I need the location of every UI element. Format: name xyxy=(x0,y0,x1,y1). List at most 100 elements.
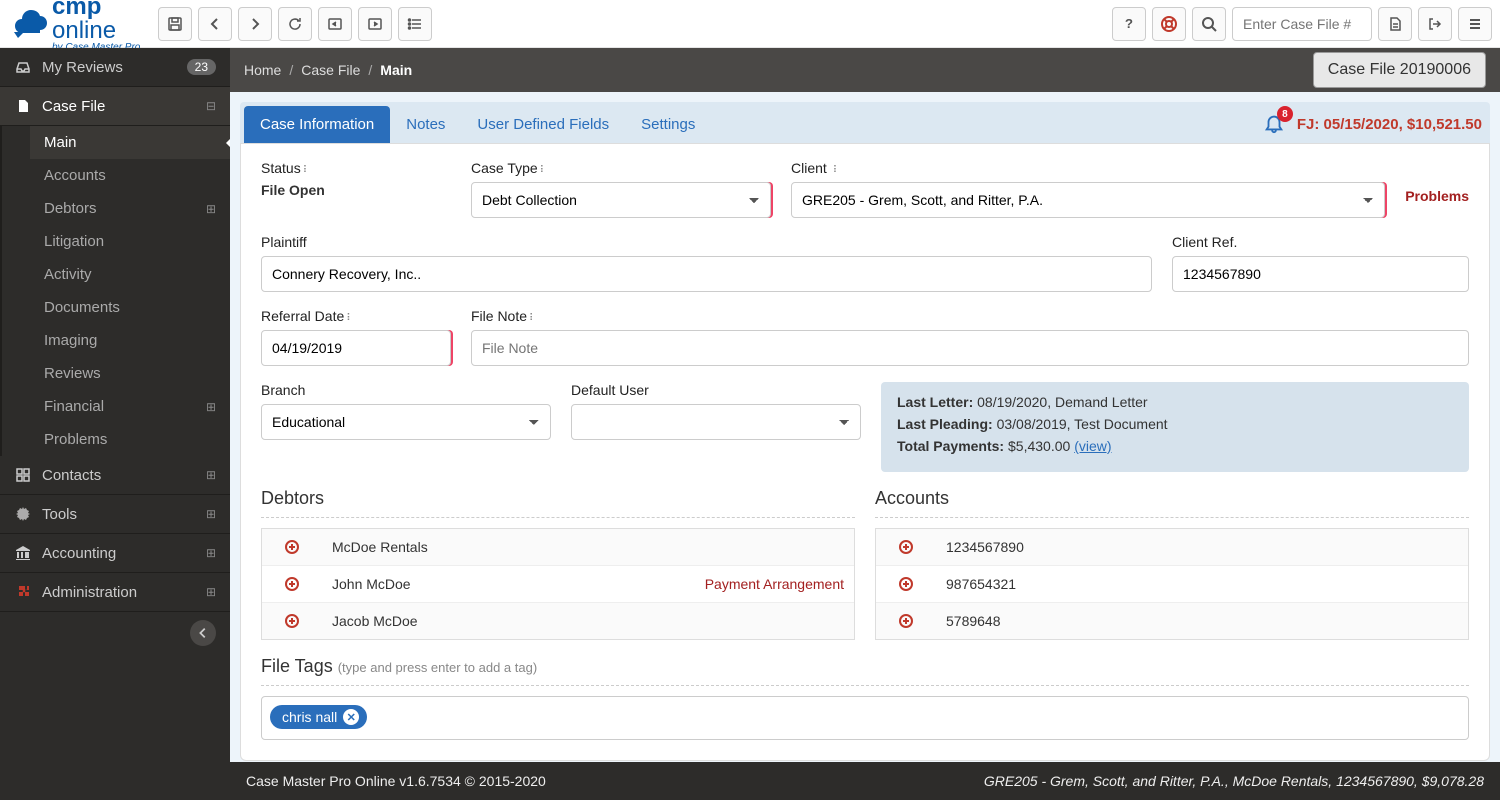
debtors-title: Debtors xyxy=(261,488,855,509)
debtor-row[interactable]: Jacob McDoe xyxy=(262,603,854,639)
filetags-input[interactable]: chris nall✕ xyxy=(261,696,1469,740)
expand-icon: ⊞ xyxy=(206,507,216,521)
expand-icon: ⊞ xyxy=(206,468,216,482)
sidebar-item-administration[interactable]: Administration ⊞ xyxy=(0,573,230,612)
filenote-input[interactable] xyxy=(471,330,1469,366)
filenote-label: File Note⠇ xyxy=(471,308,1469,324)
add-icon[interactable] xyxy=(262,614,322,628)
sidebar-item-tools[interactable]: Tools ⊞ xyxy=(0,495,230,534)
bank-icon xyxy=(14,544,32,562)
account-row[interactable]: 1234567890 xyxy=(876,529,1468,566)
debtor-row[interactable]: John McDoePayment Arrangement xyxy=(262,566,854,603)
sidebar-item-accounting[interactable]: Accounting ⊞ xyxy=(0,534,230,573)
client-select[interactable]: GRE205 - Grem, Scott, and Ritter, P.A. xyxy=(791,182,1385,218)
accounts-title: Accounts xyxy=(875,488,1469,509)
summary-box: Last Letter: 08/19/2020, Demand Letter L… xyxy=(881,382,1469,472)
footer: Case Master Pro Online v1.6.7534 © 2015-… xyxy=(230,762,1500,800)
breadcrumb-home[interactable]: Home xyxy=(244,62,281,78)
account-row[interactable]: 5789648 xyxy=(876,603,1468,639)
defaultuser-select[interactable] xyxy=(571,404,861,440)
footer-version: Case Master Pro Online v1.6.7534 © 2015-… xyxy=(246,773,546,789)
new-doc-button[interactable] xyxy=(1378,7,1412,41)
sidebar-sub-imaging[interactable]: Imaging xyxy=(30,324,230,357)
search-button[interactable] xyxy=(1192,7,1226,41)
expand-icon: ⊞ xyxy=(206,546,216,560)
sidebar-collapse-button[interactable] xyxy=(190,620,216,646)
tab-case-info[interactable]: Case Information xyxy=(244,106,390,143)
tag-pill[interactable]: chris nall✕ xyxy=(270,705,367,729)
case-search-input[interactable] xyxy=(1232,7,1372,41)
tab-notes[interactable]: Notes xyxy=(390,106,461,143)
refdate-input[interactable] xyxy=(261,330,451,366)
logout-button[interactable] xyxy=(1418,7,1452,41)
branch-select[interactable]: Educational xyxy=(261,404,551,440)
panel-right-button[interactable] xyxy=(358,7,392,41)
plaintiff-label: Plaintiff xyxy=(261,234,1152,250)
sidebar-sub-litigation[interactable]: Litigation xyxy=(30,225,230,258)
logo-text: cmponline xyxy=(52,0,140,43)
sidebar-sub-activity[interactable]: Activity xyxy=(30,258,230,291)
notification-count: 8 xyxy=(1277,106,1293,122)
sidebar-sub-main[interactable]: Main xyxy=(30,126,230,159)
list-button[interactable] xyxy=(398,7,432,41)
logo[interactable]: cmponline by Case Master Pro xyxy=(8,0,152,53)
add-icon[interactable] xyxy=(262,540,322,554)
sidebar: My Reviews 23 Case File ⊟ MainAccountsDe… xyxy=(0,48,230,800)
filetags-title: File Tags (type and press enter to add a… xyxy=(261,656,1469,677)
breadcrumb-current: Main xyxy=(380,62,412,78)
branch-label: Branch xyxy=(261,382,551,398)
add-icon[interactable] xyxy=(876,614,936,628)
grid-icon xyxy=(14,466,32,484)
problems-link[interactable]: Problems xyxy=(1405,160,1469,218)
refresh-button[interactable] xyxy=(278,7,312,41)
sidebar-sub-reviews[interactable]: Reviews xyxy=(30,357,230,390)
add-icon[interactable] xyxy=(262,577,322,591)
status-label: Status⠇ xyxy=(261,160,451,176)
case-type-label: Case Type⠇ xyxy=(471,160,771,176)
inbox-icon xyxy=(14,58,32,76)
fj-summary: FJ: 05/15/2020, $10,521.50 xyxy=(1297,116,1482,133)
forward-button[interactable] xyxy=(238,7,272,41)
plaintiff-input[interactable] xyxy=(261,256,1152,292)
breadcrumb-casefile[interactable]: Case File xyxy=(301,62,360,78)
tab-udf[interactable]: User Defined Fields xyxy=(461,106,625,143)
case-panel: Status⠇ File Open Case Type⠇ Debt Collec… xyxy=(240,143,1490,761)
help-button[interactable]: ? xyxy=(1112,7,1146,41)
refdate-label: Referral Date⠇ xyxy=(261,308,451,324)
sidebar-sub-financial[interactable]: Financial⊞ xyxy=(30,390,230,423)
client-label[interactable]: Client ⠇ xyxy=(791,160,1385,176)
expand-icon: ⊞ xyxy=(206,202,216,216)
sidebar-sub-documents[interactable]: Documents xyxy=(30,291,230,324)
file-icon xyxy=(14,97,32,115)
tab-settings[interactable]: Settings xyxy=(625,106,711,143)
debtor-row[interactable]: McDoe Rentals xyxy=(262,529,854,566)
notifications-button[interactable]: 8 xyxy=(1263,112,1285,137)
clientref-label: Client Ref. xyxy=(1172,234,1469,250)
status-value: File Open xyxy=(261,182,451,198)
account-row[interactable]: 987654321 xyxy=(876,566,1468,603)
sidebar-item-contacts[interactable]: Contacts ⊞ xyxy=(0,456,230,495)
view-payments-link[interactable]: (view) xyxy=(1074,438,1111,454)
sidebar-sub-accounts[interactable]: Accounts xyxy=(30,159,230,192)
case-file-button[interactable]: Case File 20190006 xyxy=(1313,52,1486,88)
add-icon[interactable] xyxy=(876,540,936,554)
panel-left-button[interactable] xyxy=(318,7,352,41)
sidebar-sub-problems[interactable]: Problems xyxy=(30,423,230,456)
back-button[interactable] xyxy=(198,7,232,41)
collapse-icon: ⊟ xyxy=(206,99,216,113)
sidebar-item-reviews[interactable]: My Reviews 23 xyxy=(0,48,230,87)
tag-remove-icon[interactable]: ✕ xyxy=(343,709,359,725)
case-type-select[interactable]: Debt Collection xyxy=(471,182,771,218)
save-button[interactable] xyxy=(158,7,192,41)
cloud-icon xyxy=(8,10,48,38)
support-button[interactable] xyxy=(1152,7,1186,41)
puzzle-icon xyxy=(14,583,32,601)
sidebar-item-casefile[interactable]: Case File ⊟ xyxy=(0,87,230,126)
reviews-badge: 23 xyxy=(187,59,216,75)
tabbar: Case Information Notes User Defined Fiel… xyxy=(240,102,1490,143)
debtor-tag: Payment Arrangement xyxy=(705,576,844,592)
add-icon[interactable] xyxy=(876,577,936,591)
menu-button[interactable] xyxy=(1458,7,1492,41)
clientref-input[interactable] xyxy=(1172,256,1469,292)
sidebar-sub-debtors[interactable]: Debtors⊞ xyxy=(30,192,230,225)
